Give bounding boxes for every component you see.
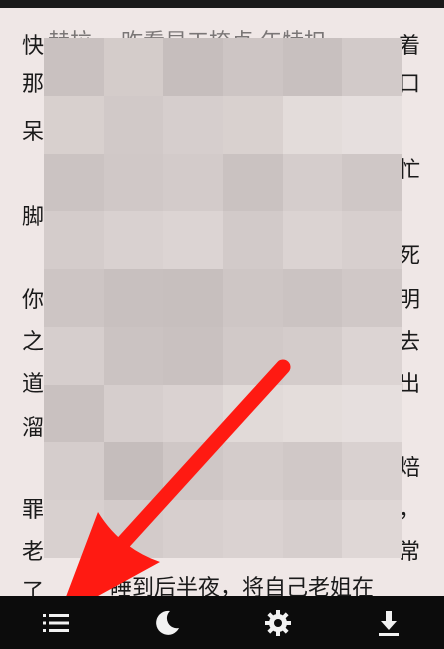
text-char: 那 bbox=[22, 72, 45, 97]
text-line-bottom: 睡到后半夜，将自己老姐在 bbox=[110, 576, 375, 596]
download-icon bbox=[378, 610, 399, 636]
text-char: 罪 bbox=[22, 498, 45, 523]
text-char: 道 bbox=[22, 372, 45, 397]
bottom-toolbar bbox=[0, 596, 444, 649]
night-mode-button[interactable] bbox=[137, 596, 197, 649]
menu-button[interactable] bbox=[26, 596, 86, 649]
text-char: 脚 bbox=[22, 205, 45, 230]
settings-button[interactable] bbox=[248, 596, 308, 649]
status-bar bbox=[0, 0, 444, 8]
list-icon bbox=[42, 613, 69, 632]
moon-icon bbox=[155, 610, 179, 635]
reading-page[interactable]: 快 那 呆 脚 你 之 道 溜 罪 老 了 着 口 忙 死 明 去 出 焙 ， … bbox=[0, 8, 444, 596]
text-char: 之 bbox=[22, 330, 45, 355]
text-char: 了 bbox=[22, 580, 45, 596]
gear-icon bbox=[264, 609, 291, 636]
text-char: 呆 bbox=[22, 120, 45, 145]
text-char: 你 bbox=[22, 288, 45, 313]
text-char: 溜 bbox=[22, 416, 45, 441]
text-char: 快 bbox=[22, 34, 45, 59]
text-char: 老 bbox=[22, 540, 45, 565]
blurred-region bbox=[44, 38, 402, 558]
download-button[interactable] bbox=[359, 596, 419, 649]
